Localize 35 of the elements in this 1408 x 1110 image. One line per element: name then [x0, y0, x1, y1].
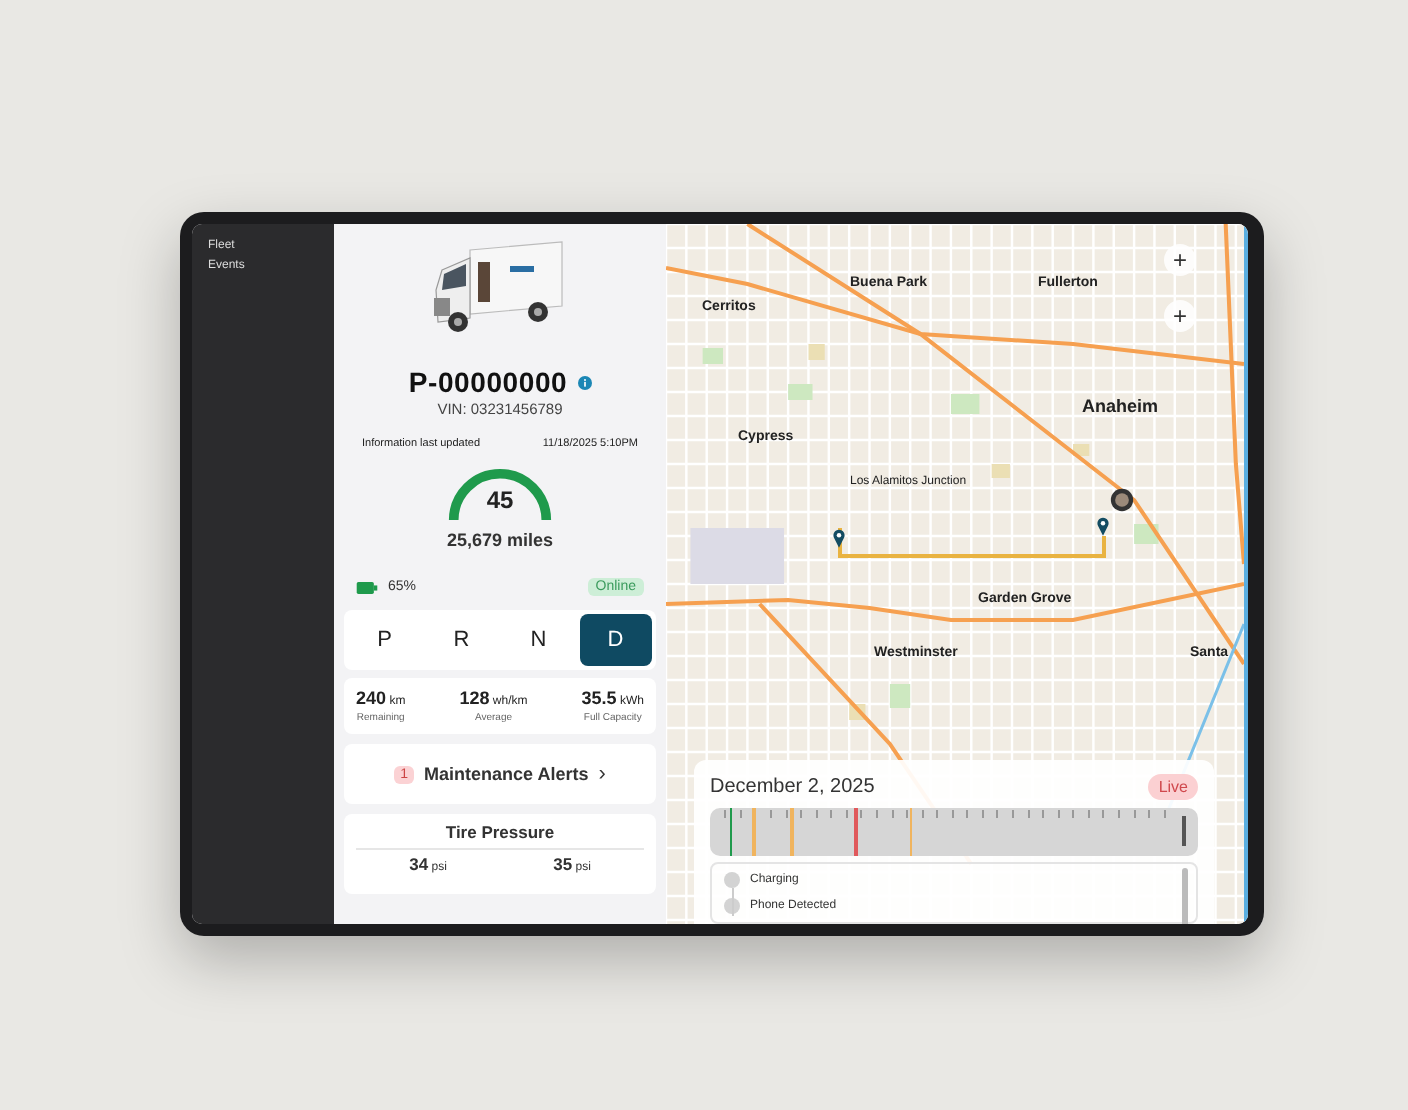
map-pin-icon [1096, 516, 1110, 536]
gear-button[interactable]: R [425, 614, 498, 666]
park-area [702, 348, 723, 364]
vehicle-id: P-00000000 [408, 366, 568, 398]
gauge-reading: 45 [484, 486, 516, 514]
gauge-arc [446, 466, 554, 524]
chevron-icon: › [598, 762, 606, 786]
zoom-in-button[interactable]: + [1164, 300, 1196, 332]
map-place-label: Anaheim [1082, 396, 1159, 416]
vehicle-marker-icon[interactable] [1110, 488, 1134, 512]
timeline-marker[interactable] [752, 808, 756, 856]
airfield-area [690, 528, 785, 584]
gear-button[interactable]: N [502, 614, 575, 666]
event-dot-icon [724, 872, 740, 888]
map-pin-icon [832, 528, 846, 548]
land-block [808, 344, 825, 360]
timeline-track[interactable] [710, 808, 1198, 856]
gear-button[interactable]: D [579, 614, 652, 666]
battery-icon [356, 581, 378, 593]
gear-button[interactable]: P [348, 614, 421, 666]
timeline-handle[interactable] [1182, 816, 1186, 846]
timeline-marker[interactable] [854, 808, 858, 856]
odometer-text: 25,679 miles [446, 530, 554, 550]
park-area [950, 394, 980, 414]
timeline-marker[interactable] [729, 808, 733, 856]
tire-pressure-title: Tire Pressure [356, 822, 644, 850]
info-icon[interactable] [577, 375, 592, 389]
timeline-date: December 2, 2025 [710, 776, 875, 798]
zoom-in-button[interactable]: + [1164, 244, 1196, 276]
timeline-marker[interactable] [790, 808, 794, 856]
timeline-marker[interactable] [909, 808, 913, 856]
scrollbar[interactable] [1182, 868, 1188, 924]
park-area [788, 384, 813, 400]
park-area [889, 684, 911, 708]
alerts-label: Maintenance Alerts [424, 764, 589, 784]
